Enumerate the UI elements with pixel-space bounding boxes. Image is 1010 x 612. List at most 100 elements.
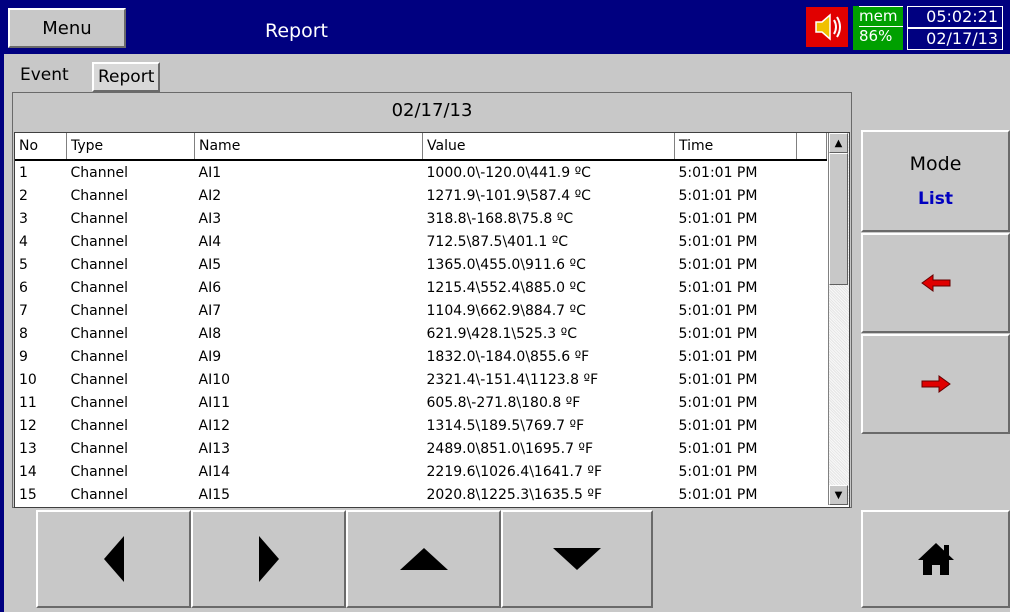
cell-no: 8 <box>19 325 28 342</box>
cell-value: 1832.0\-184.0\855.6 ºF <box>426 348 590 365</box>
triangle-up-icon <box>399 548 448 570</box>
down-button[interactable] <box>501 510 653 608</box>
cell-name: AI13 <box>198 440 231 457</box>
table-row[interactable]: 1 Channel AI1 1000.0\-120.0\441.9 ºC 5:01:01… <box>15 160 827 184</box>
home-button[interactable] <box>861 510 1010 608</box>
previous-button[interactable] <box>861 233 1010 333</box>
cell-no: 11 <box>19 394 37 411</box>
cell-name: AI7 <box>198 302 222 319</box>
cell-time: 5:01:01 PM <box>678 394 758 411</box>
next-button[interactable] <box>861 334 1010 434</box>
mode-button[interactable]: Mode List <box>861 130 1010 232</box>
cell-no: 15 <box>19 486 37 503</box>
cell-value: 2219.6\1026.4\1641.7 ºF <box>426 463 603 480</box>
table-row[interactable]: 10 Channel AI10 2321.4\-151.4\1123.8 ºF 5:01… <box>15 368 827 391</box>
cell-value: 621.9\428.1\525.3 ºC <box>426 325 578 342</box>
table-row[interactable]: 13 Channel AI13 2489.0\851.0\1695.7 ºF 5:01:… <box>15 437 827 460</box>
menu-button[interactable]: Menu <box>8 8 126 48</box>
column-header-type[interactable]: Type <box>66 133 195 161</box>
cell-no: 16 <box>15 506 67 507</box>
arrow-left-red-icon <box>920 274 950 292</box>
speaker-button[interactable] <box>806 7 848 47</box>
clock-time: 05:02:21 <box>907 6 1003 28</box>
table-row[interactable]: 15 Channel AI15 2020.8\1225.3\1635.5 ºF 5:01… <box>15 483 827 506</box>
scroll-down-button[interactable]: ▼ <box>829 485 848 505</box>
cell-time: 5:01:01 PM <box>678 210 758 227</box>
table-row[interactable]: 12 Channel AI12 1314.5\189.5\769.7 ºF 5:01:0… <box>15 414 827 437</box>
tab-report[interactable]: Report <box>92 62 161 92</box>
scroll-up-button[interactable]: ▲ <box>829 133 848 153</box>
cell-no: 9 <box>19 348 28 365</box>
table-row[interactable]: 8 Channel AI8 621.9\428.1\525.3 ºC 5:01:01 P… <box>15 322 827 345</box>
cell-type: Channel <box>70 325 128 342</box>
column-header-no[interactable]: No <box>15 133 67 161</box>
cell-name: AI15 <box>198 486 231 503</box>
cell-name: AI2 <box>198 187 222 204</box>
cell-time: 5:01:01 PM <box>675 506 797 507</box>
tab-bar: Event Report <box>12 60 852 92</box>
report-table[interactable]: No Type Name Value Time 1 Channel AI1 1000.… <box>14 132 850 508</box>
table-row[interactable]: 4 Channel AI4 712.5\87.5\401.1 ºC 5:01:01 PM <box>15 230 827 253</box>
cell-name: AI1 <box>198 164 222 181</box>
cell-time: 5:01:01 PM <box>678 325 758 342</box>
table-row[interactable]: 2 Channel AI2 1271.9\-101.9\587.4 ºC 5:01:01… <box>15 184 827 207</box>
arrow-right-red-icon <box>921 375 951 393</box>
cell-name: AI16 <box>195 506 423 507</box>
table-row[interactable]: 9 Channel AI9 1832.0\-184.0\855.6 ºF 5:01:01… <box>15 345 827 368</box>
cell-type: Channel <box>70 463 128 480</box>
cell-no: 1 <box>19 164 28 181</box>
table-row[interactable]: 3 Channel AI3 318.8\-168.8\75.8 ºC 5:01:01 P… <box>15 207 827 230</box>
table-row[interactable]: 5 Channel AI5 1365.0\455.0\911.6 ºC 5:01:01 … <box>15 253 827 276</box>
cell-name: AI4 <box>198 233 222 250</box>
memory-label: mem <box>859 6 903 27</box>
table-row[interactable]: 7 Channel AI7 1104.9\662.9\884.7 ºC 5:01:01 … <box>15 299 827 322</box>
cell-no: 12 <box>19 417 37 434</box>
memory-value: 86% <box>859 27 893 45</box>
cell-no: 2 <box>19 187 28 204</box>
cell-time: 5:01:01 PM <box>678 164 758 181</box>
clock: 05:02:21 02/17/13 <box>907 6 1003 50</box>
title-bar: Menu Report mem 86% 05:02:21 02/17/13 <box>0 0 1010 54</box>
cell-type: Channel <box>70 210 128 227</box>
right-button[interactable] <box>191 510 346 608</box>
cell-name: AI11 <box>198 394 231 411</box>
column-header-time[interactable]: Time <box>674 133 797 161</box>
cell-no: 7 <box>19 302 28 319</box>
triangle-left-icon <box>103 536 124 582</box>
cell-name: AI5 <box>198 256 222 273</box>
cell-value: 2489.0\851.0\1695.7 ºF <box>426 440 594 457</box>
left-button[interactable] <box>36 510 191 608</box>
cell-name: AI3 <box>198 210 222 227</box>
cell-no: 5 <box>19 256 28 273</box>
cell-time: 5:01:01 PM <box>678 256 758 273</box>
vertical-scrollbar[interactable]: ▲ ▼ <box>828 133 849 505</box>
table-row[interactable]: 14 Channel AI14 2219.6\1026.4\1641.7 ºF 5:01… <box>15 460 827 483</box>
cell-value: 1365.0\455.0\911.6 ºC <box>426 256 586 273</box>
cell-name: AI12 <box>198 417 231 434</box>
home-icon <box>917 543 954 575</box>
cell-name: AI8 <box>198 325 222 342</box>
table-body: 1 Channel AI1 1000.0\-120.0\441.9 ºC 5:01:01… <box>15 160 827 507</box>
column-header-value[interactable]: Value <box>422 133 675 161</box>
cell-time: 5:01:01 PM <box>678 417 758 434</box>
speaker-icon <box>815 13 841 41</box>
cell-no: 10 <box>19 371 37 388</box>
column-header-name[interactable]: Name <box>194 133 423 161</box>
cell-value: 1000.0\-120.0\441.9 ºC <box>426 164 591 181</box>
cell-time: 5:01:01 PM <box>678 187 758 204</box>
cell-no: 6 <box>19 279 28 296</box>
cell-time: 5:01:01 PM <box>678 486 758 503</box>
cell-time: 5:01:01 PM <box>678 348 758 365</box>
scroll-thumb[interactable] <box>829 153 848 285</box>
tab-event[interactable]: Event <box>16 62 73 88</box>
cell-type: Channel <box>70 348 128 365</box>
table-header-row: No Type Name Value Time <box>15 133 827 161</box>
up-button[interactable] <box>346 510 501 608</box>
table-row[interactable]: 6 Channel AI6 1215.4\552.4\885.0 ºC 5:01:01 … <box>15 276 827 299</box>
cell-type: Channel <box>70 256 128 273</box>
table-row[interactable]: 16ChannelAI161353.9\960.1\1163.2 ºF5:01:… <box>15 506 827 507</box>
cell-type: Channel <box>70 486 128 503</box>
cell-type: Channel <box>70 164 128 181</box>
table-row[interactable]: 11 Channel AI11 605.8\-271.8\180.8 ºF 5:01:0… <box>15 391 827 414</box>
cell-value: 712.5\87.5\401.1 ºC <box>426 233 569 250</box>
